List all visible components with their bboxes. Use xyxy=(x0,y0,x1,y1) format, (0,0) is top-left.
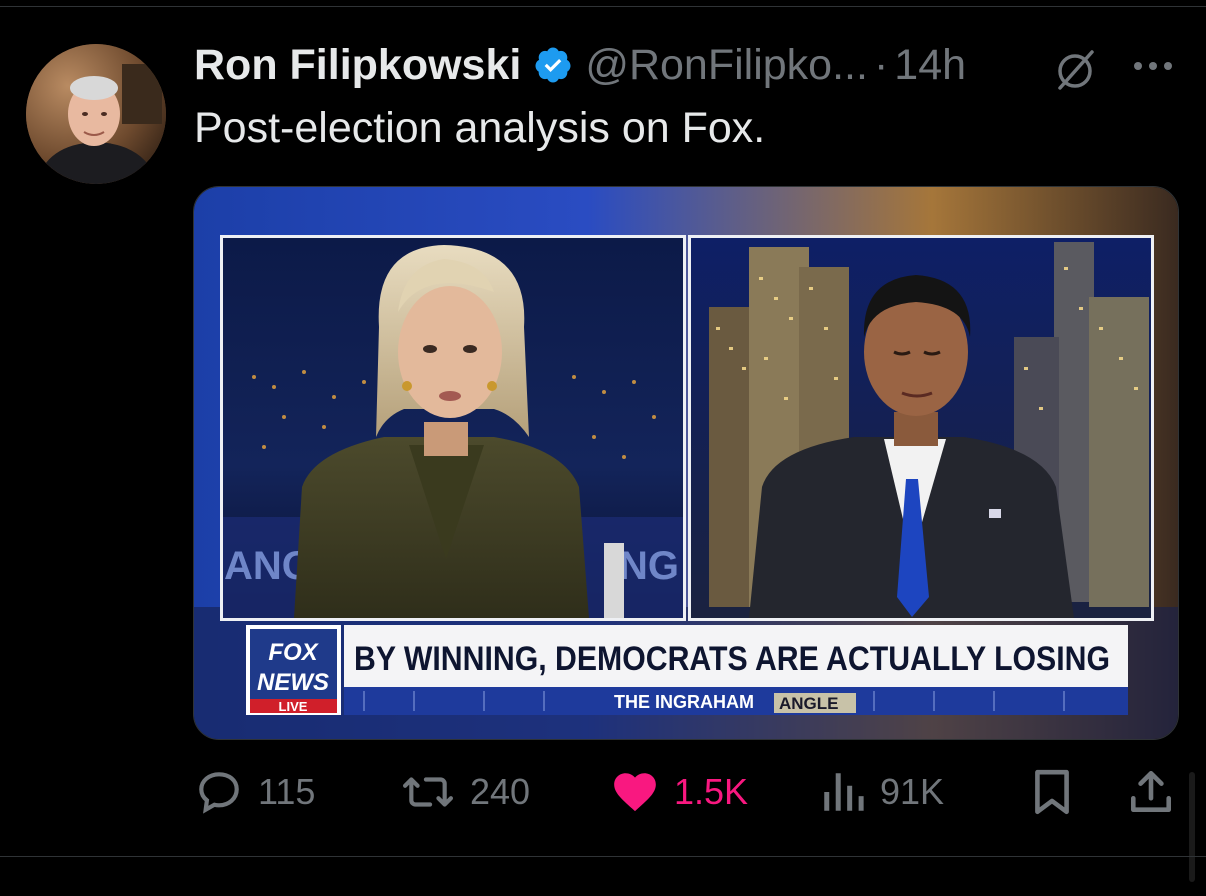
share-button[interactable] xyxy=(1126,760,1176,824)
network-logo-line2: NEWS xyxy=(257,669,329,696)
more-icon[interactable] xyxy=(1130,52,1176,80)
separator-dot: · xyxy=(873,40,889,89)
network-logo-line1: FOX xyxy=(268,639,319,666)
chyron-headline: BY WINNING, DEMOCRATS ARE ACTUALLY LOSIN… xyxy=(354,640,1110,678)
reply-icon xyxy=(199,772,239,814)
like-button[interactable]: 1.5K xyxy=(610,760,748,824)
network-live: LIVE xyxy=(279,699,308,714)
top-divider xyxy=(0,6,1206,7)
views-icon xyxy=(824,773,864,811)
avatar[interactable] xyxy=(26,44,166,184)
views-button[interactable]: 91K xyxy=(820,760,944,824)
bottom-divider xyxy=(0,856,1206,857)
video-frame: ANG NG FOX NEWS LIVE BY WINNING, DEMOCRA… xyxy=(194,187,1178,739)
reply-button[interactable]: 115 xyxy=(194,760,315,824)
show-name-part1: THE INGRAHAM xyxy=(614,692,754,712)
tweet-header: Ron Filipkowski @RonFilipko... · 14h xyxy=(194,40,966,90)
share-icon xyxy=(1131,770,1171,812)
scrollbar[interactable] xyxy=(1189,772,1195,882)
reply-count: 115 xyxy=(258,771,316,812)
like-count: 1.5K xyxy=(674,771,749,812)
grok-icon[interactable] xyxy=(1052,46,1098,92)
tweet-media[interactable]: ANG NG FOX NEWS LIVE BY WINNING, DEMOCRA… xyxy=(193,186,1179,740)
author-name[interactable]: Ron Filipkowski xyxy=(194,41,521,90)
views-count: 91K xyxy=(880,771,945,812)
repost-icon xyxy=(403,777,453,807)
post-time[interactable]: 14h xyxy=(894,41,966,90)
author-handle[interactable]: @RonFilipko... xyxy=(585,41,868,90)
bookmark-button[interactable] xyxy=(1030,760,1074,824)
right-backdrop-text: NG xyxy=(619,544,679,588)
repost-button[interactable]: 240 xyxy=(400,760,530,824)
verified-icon xyxy=(533,45,573,85)
action-bar: 115 240 1.5K 91K xyxy=(0,760,1206,824)
repost-count: 240 xyxy=(470,771,531,812)
avatar-image xyxy=(26,44,166,184)
show-name-part2: ANGLE xyxy=(779,694,839,713)
bookmark-icon xyxy=(1035,769,1069,815)
tweet-text: Post-election analysis on Fox. xyxy=(194,104,766,152)
heart-icon xyxy=(614,773,656,812)
